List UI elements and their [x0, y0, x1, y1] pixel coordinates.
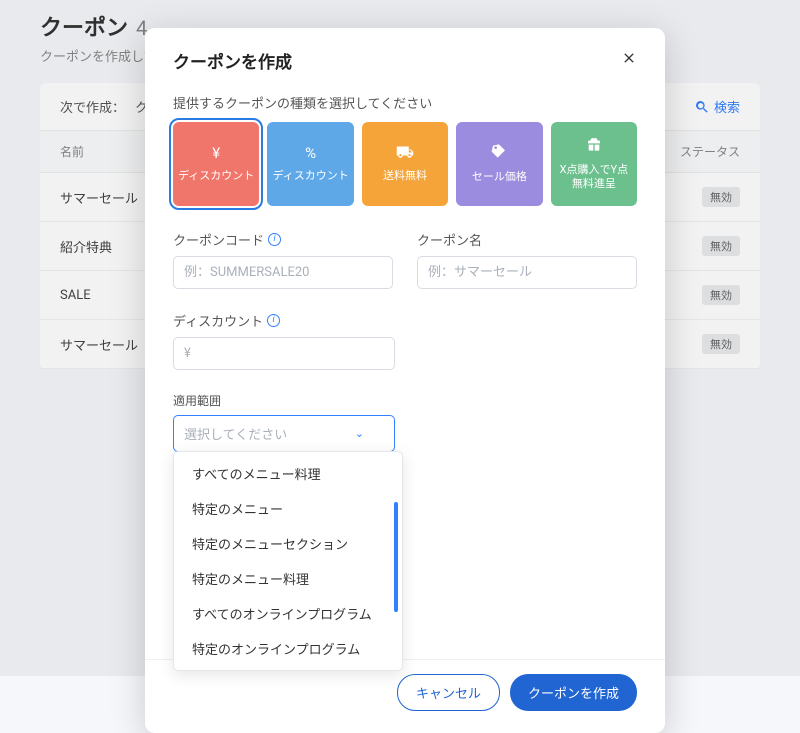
type-card-label: X点購入でY点無料進呈 [555, 163, 633, 192]
coupon-type-label: 提供するクーポンの種類を選択してください [173, 93, 637, 112]
coupon-code-input[interactable] [173, 256, 393, 289]
coupon-name-input[interactable] [417, 256, 637, 289]
submit-button[interactable]: クーポンを作成 [510, 674, 637, 711]
percent-icon: % [305, 144, 316, 162]
scope-select[interactable]: 選択してください ⌄ [173, 415, 395, 452]
scope-option[interactable]: 特定のメニューセクション [174, 526, 402, 561]
info-icon[interactable]: i [268, 233, 281, 246]
scope-select-placeholder: 選択してください [184, 424, 287, 443]
scope-option[interactable]: すべてのオンラインプログラム [174, 596, 402, 631]
discount-label: ディスカウント [173, 311, 263, 330]
type-card-label: セール価格 [472, 170, 527, 184]
create-coupon-modal: クーポンを作成 提供するクーポンの種類を選択してください ¥ ディスカウント %… [145, 28, 665, 733]
type-card-fixed-discount[interactable]: ¥ ディスカウント [173, 122, 259, 206]
type-card-label: ディスカウント [272, 169, 348, 183]
close-icon [621, 50, 637, 66]
yen-icon: ¥ [212, 144, 220, 162]
close-button[interactable] [621, 50, 637, 71]
type-card-label: ディスカウント [178, 169, 254, 183]
scope-option[interactable]: 特定のメニュー [174, 491, 402, 526]
modal-overlay: クーポンを作成 提供するクーポンの種類を選択してください ¥ ディスカウント %… [0, 0, 800, 676]
truck-icon [396, 144, 414, 162]
type-card-buy-x-get-y[interactable]: X点購入でY点無料進呈 [551, 122, 637, 206]
scope-option[interactable]: 特定のメニュー料理 [174, 561, 402, 596]
scope-option[interactable]: 特定のオンラインプログラム [174, 631, 402, 666]
coupon-code-label: クーポンコード [173, 230, 264, 249]
type-card-label: 送料無料 [383, 169, 427, 183]
scope-dropdown: すべてのメニュー料理 特定のメニュー 特定のメニューセクション 特定のメニュー料… [173, 451, 403, 671]
type-card-sale-price[interactable]: セール価格 [456, 122, 542, 206]
type-card-free-shipping[interactable]: 送料無料 [362, 122, 448, 206]
discount-input[interactable] [173, 337, 395, 370]
scope-section-label: 適用範囲 [173, 392, 637, 409]
chevron-down-icon: ⌄ [355, 427, 364, 440]
modal-title: クーポンを作成 [173, 48, 292, 73]
scope-option[interactable]: すべてのメニュー料理 [174, 456, 402, 491]
coupon-name-label: クーポン名 [417, 230, 482, 249]
info-icon[interactable]: i [267, 314, 280, 327]
cancel-button[interactable]: キャンセル [397, 674, 500, 711]
gift-icon [586, 136, 602, 156]
type-card-percent-discount[interactable]: % ディスカウント [267, 122, 353, 206]
tag-icon [491, 143, 507, 163]
